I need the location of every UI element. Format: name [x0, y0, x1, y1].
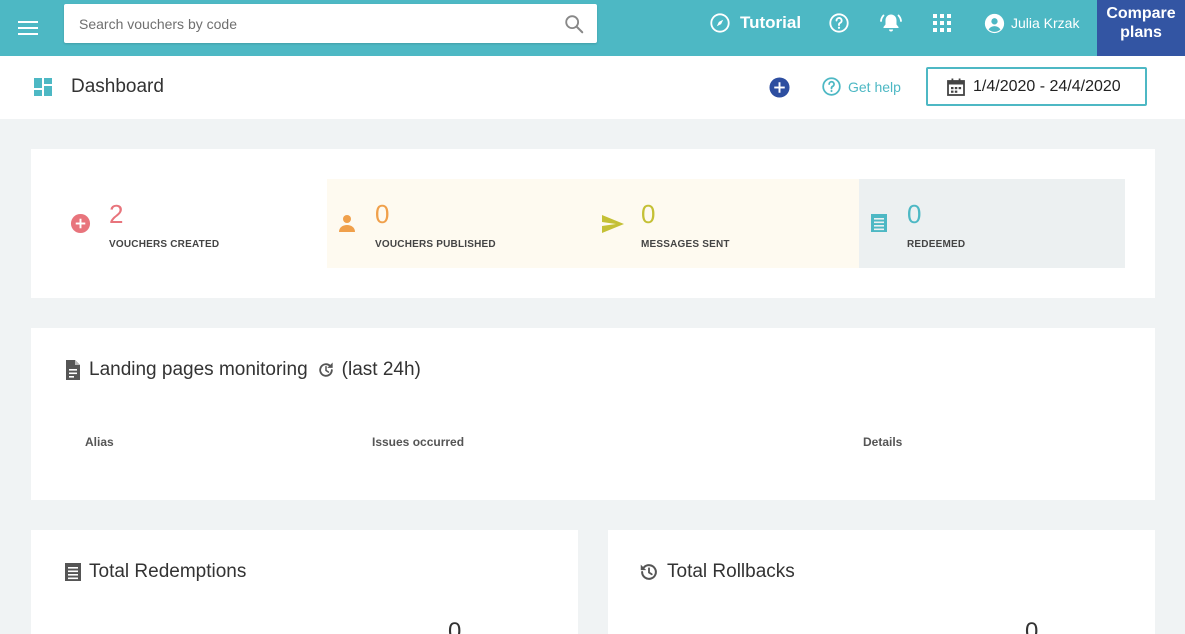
total-rollbacks-card: Total Rollbacks 0 — [608, 530, 1155, 634]
stat-vouchers-created: 2 VOUCHERS CREATED — [31, 179, 327, 268]
document-icon — [66, 360, 80, 380]
stat-label: VOUCHERS PUBLISHED — [375, 239, 496, 250]
top-bar: Tutorial Julia Krzak Compa — [0, 0, 1185, 56]
refresh-icon[interactable] — [316, 360, 336, 380]
monitoring-suffix: (last 24h) — [341, 359, 421, 380]
page-header: Dashboard Get help 1/4/2020 - 24/4/2020 — [0, 56, 1185, 119]
search-icon[interactable] — [563, 13, 585, 35]
user-menu[interactable]: Julia Krzak — [984, 0, 1079, 46]
hamburger-icon — [18, 21, 38, 35]
receipt-icon — [871, 214, 887, 232]
date-range-label: 1/4/2020 - 24/4/2020 — [973, 77, 1121, 95]
stat-label: VOUCHERS CREATED — [109, 239, 220, 250]
add-circle-icon[interactable] — [769, 77, 790, 98]
stat-redeemed: 0 REDEEMED — [859, 179, 1125, 268]
get-help-label: Get help — [848, 78, 901, 95]
monitoring-title: Landing pages monitoring (last 24h) — [64, 359, 421, 381]
rollbacks-value: 0 — [1025, 618, 1039, 634]
notifications-button[interactable] — [879, 0, 903, 46]
column-header-alias: Alias — [85, 435, 114, 449]
help-circle-icon — [822, 77, 841, 96]
help-circle-icon — [829, 13, 849, 33]
user-avatar-icon — [984, 13, 1005, 33]
history-icon — [640, 564, 657, 580]
redemptions-title: Total Redemptions — [64, 561, 246, 583]
landing-pages-monitoring-card: Landing pages monitoring (last 24h) Alia… — [31, 328, 1155, 500]
date-range-picker[interactable]: 1/4/2020 - 24/4/2020 — [926, 67, 1147, 106]
apps-button[interactable] — [933, 0, 951, 46]
stat-value: 2 — [109, 199, 124, 229]
redemptions-title-text: Total Redemptions — [89, 561, 247, 582]
monitoring-title-text: Landing pages monitoring — [89, 359, 308, 380]
rollbacks-title-text: Total Rollbacks — [667, 561, 795, 582]
plus-circle-icon — [70, 213, 91, 234]
stats-card: 2 VOUCHERS CREATED 0 VOUCHERS PUBLISHED … — [31, 149, 1155, 298]
help-button[interactable] — [828, 0, 850, 46]
compass-icon — [710, 13, 730, 33]
menu-button[interactable] — [0, 0, 56, 56]
total-redemptions-card: Total Redemptions 0 — [31, 530, 578, 634]
redemptions-value: 0 — [448, 618, 462, 634]
stat-value: 0 — [907, 199, 922, 229]
tutorial-button[interactable]: Tutorial — [709, 0, 801, 46]
compare-label-line1: Compare — [1106, 5, 1176, 22]
bell-ringing-icon — [880, 14, 902, 32]
rollbacks-title: Total Rollbacks — [638, 561, 795, 583]
person-icon — [339, 215, 355, 232]
column-header-details: Details — [863, 435, 903, 449]
dashboard-icon — [34, 78, 52, 96]
user-name: Julia Krzak — [1011, 15, 1080, 31]
page-title: Dashboard — [71, 76, 164, 97]
tutorial-label: Tutorial — [740, 13, 802, 32]
compare-label-line2: plans — [1120, 24, 1162, 41]
stat-group-published-sent: 0 VOUCHERS PUBLISHED 0 MESSAGES SENT — [327, 179, 859, 268]
get-help-link[interactable]: Get help — [821, 76, 901, 97]
search-box — [64, 4, 597, 43]
stat-value: 0 — [375, 199, 390, 229]
apps-grid-icon — [933, 14, 951, 32]
search-input[interactable] — [64, 4, 554, 43]
send-icon — [602, 215, 624, 233]
calendar-icon — [947, 78, 965, 96]
compare-plans-button[interactable]: Compare plans — [1097, 0, 1185, 56]
stat-value: 0 — [641, 199, 656, 229]
column-header-issues: Issues occurred — [372, 435, 465, 449]
stat-label: REDEEMED — [907, 239, 966, 250]
receipt-icon — [65, 563, 81, 581]
stat-label: MESSAGES SENT — [641, 239, 730, 250]
